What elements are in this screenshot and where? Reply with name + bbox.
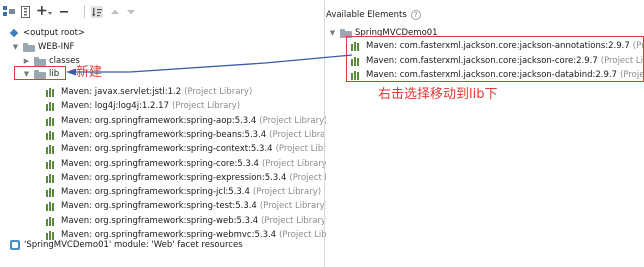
annotation-arrow: [66, 54, 353, 76]
